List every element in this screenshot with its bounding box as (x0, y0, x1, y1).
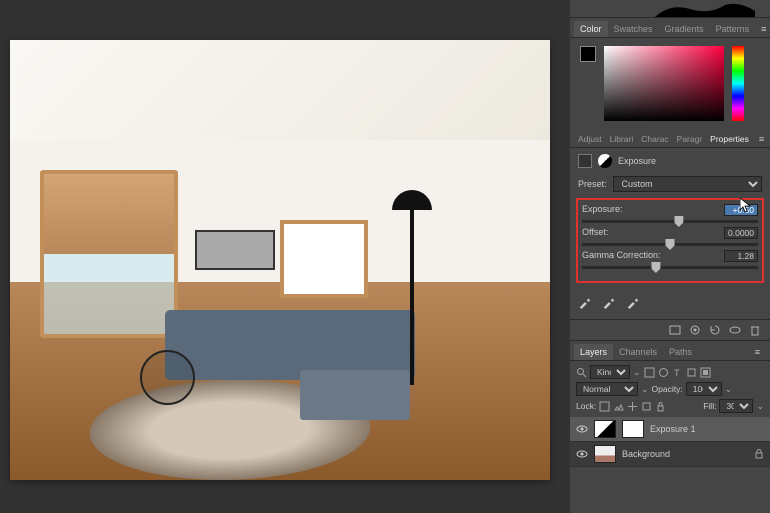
fill-label: Fill: (703, 401, 716, 411)
preset-label: Preset: (578, 179, 607, 189)
tab-patterns[interactable]: Patterns (710, 21, 756, 37)
layers-panel: Layers Channels Paths ≡ Kind ⌄ T Normal … (570, 340, 770, 513)
filter-smart-icon[interactable] (700, 367, 711, 378)
tab-properties[interactable]: Properties (706, 131, 753, 147)
layer-filter-kind[interactable]: Kind (590, 365, 630, 379)
visibility-toggle-icon[interactable] (576, 424, 588, 434)
canvas-area[interactable] (0, 0, 570, 513)
lock-transparent-icon[interactable] (599, 401, 610, 412)
offset-thumb[interactable] (666, 239, 675, 250)
layer-row[interactable]: Exposure 1 (570, 417, 770, 442)
document-image[interactable] (10, 40, 550, 480)
color-field[interactable] (604, 46, 724, 121)
layer-thumbnail[interactable] (594, 420, 616, 438)
filter-shape-icon[interactable] (686, 367, 697, 378)
layer-name[interactable]: Background (622, 449, 670, 459)
adjustment-title: Exposure (618, 156, 656, 166)
tab-paragraph[interactable]: Paragr (673, 131, 707, 147)
tab-libraries[interactable]: Librari (606, 131, 638, 147)
histogram-panel (570, 0, 770, 18)
lock-all-icon[interactable] (655, 401, 666, 412)
offset-value[interactable]: 0.0000 (724, 227, 758, 239)
eyedropper-black-icon[interactable] (578, 295, 592, 309)
properties-panel-tabs: Adjust Librari Charac Paragr Properties … (570, 128, 770, 148)
highlighted-controls: Exposure: +0.50 Offset: 0.0000 Gamma Cor… (576, 198, 764, 283)
filter-pixel-icon[interactable] (644, 367, 655, 378)
blend-mode-select[interactable]: Normal (576, 382, 638, 396)
visibility-toggle-icon[interactable] (576, 449, 588, 459)
panel-menu-icon[interactable]: ≡ (753, 131, 770, 147)
gamma-value[interactable]: 1.28 (724, 250, 758, 262)
exposure-slider[interactable] (582, 220, 758, 223)
layer-name[interactable]: Exposure 1 (650, 424, 696, 434)
panel-menu-icon[interactable]: ≡ (749, 344, 766, 360)
exposure-icon (598, 154, 612, 168)
tab-swatches[interactable]: Swatches (608, 21, 659, 37)
opacity-select[interactable]: 100% (686, 382, 722, 396)
offset-label: Offset: (582, 227, 608, 239)
foreground-swatch[interactable] (580, 46, 596, 62)
eyedropper-gray-icon[interactable] (602, 295, 616, 309)
clip-to-layer-icon[interactable] (668, 324, 682, 336)
eyedropper-white-icon[interactable] (626, 295, 640, 309)
svg-text:T: T (674, 368, 680, 378)
reset-icon[interactable] (708, 324, 722, 336)
properties-footer (570, 319, 770, 340)
opacity-label: Opacity: (652, 384, 683, 394)
offset-slider[interactable] (582, 243, 758, 246)
lock-position-icon[interactable] (627, 401, 638, 412)
hue-slider[interactable] (732, 46, 744, 121)
lock-image-icon[interactable] (613, 401, 624, 412)
search-icon[interactable] (576, 367, 587, 378)
exposure-thumb[interactable] (674, 216, 683, 227)
delete-icon[interactable] (748, 324, 762, 336)
panel-menu-icon[interactable]: ≡ (755, 21, 770, 37)
gamma-slider[interactable] (582, 266, 758, 269)
right-panels: Color Swatches Gradients Patterns ≡ Adju… (570, 0, 770, 513)
tab-channels[interactable]: Channels (613, 344, 663, 360)
layer-row[interactable]: Background (570, 442, 770, 467)
toggle-visibility-icon[interactable] (728, 324, 742, 336)
layer-list: Exposure 1 Background (570, 417, 770, 467)
color-picker (570, 38, 770, 128)
adjustment-type-icon (578, 154, 592, 168)
tab-paths[interactable]: Paths (663, 344, 698, 360)
lock-icon[interactable] (754, 449, 764, 459)
gamma-label: Gamma Correction: (582, 250, 661, 262)
exposure-value[interactable]: +0.50 (724, 204, 758, 216)
tab-gradients[interactable]: Gradients (659, 21, 710, 37)
fill-select[interactable]: 30% (719, 399, 753, 413)
filter-type-icon[interactable]: T (672, 367, 683, 378)
tab-layers[interactable]: Layers (574, 344, 613, 360)
view-previous-icon[interactable] (688, 324, 702, 336)
layer-mask-thumbnail[interactable] (622, 420, 644, 438)
layer-thumbnail[interactable] (594, 445, 616, 463)
filter-adjustment-icon[interactable] (658, 367, 669, 378)
exposure-label: Exposure: (582, 204, 623, 216)
color-panel-tabs: Color Swatches Gradients Patterns ≡ (570, 18, 770, 38)
preset-select[interactable]: Custom (613, 176, 762, 192)
tab-color[interactable]: Color (574, 21, 608, 37)
lock-artboard-icon[interactable] (641, 401, 652, 412)
tab-character[interactable]: Charac (637, 131, 672, 147)
properties-body: Exposure Preset: Custom Exposure: +0.50 … (570, 148, 770, 319)
lock-label: Lock: (576, 401, 596, 411)
gamma-thumb[interactable] (651, 262, 660, 273)
tab-adjustments[interactable]: Adjust (574, 131, 606, 147)
